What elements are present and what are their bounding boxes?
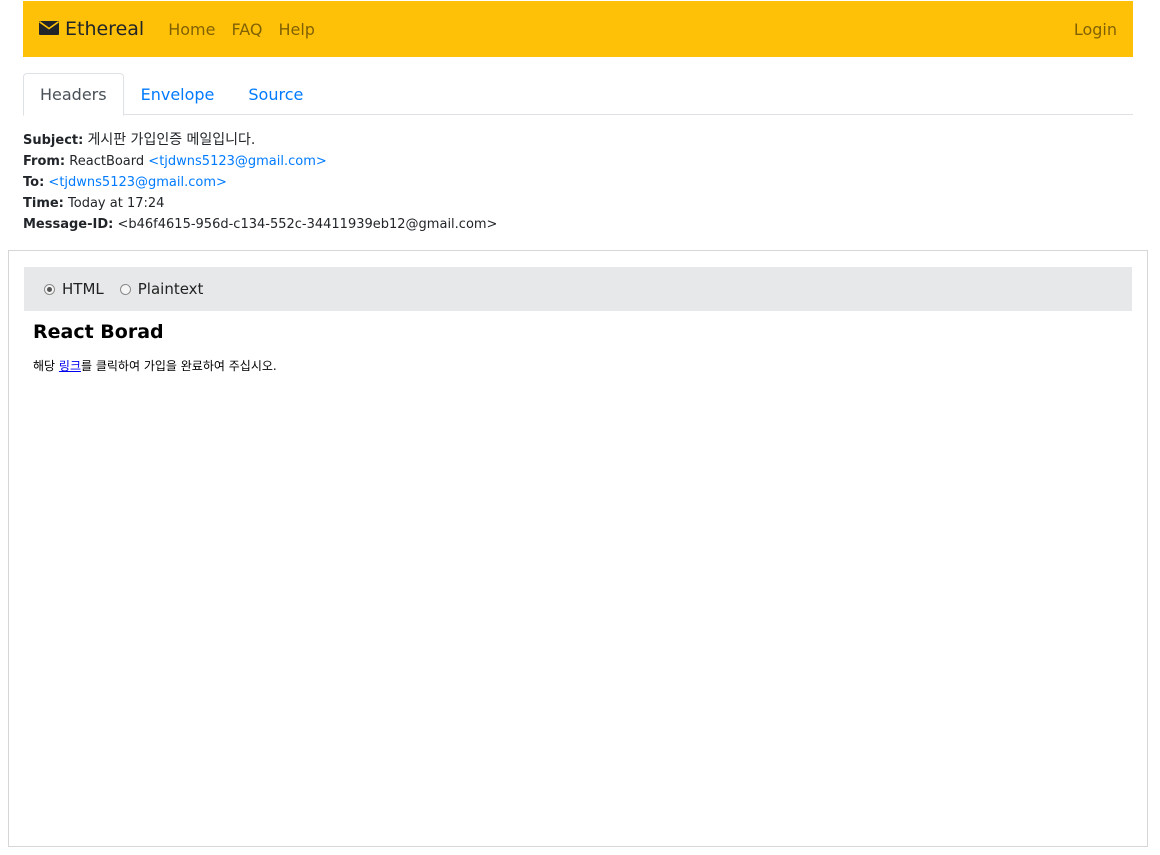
time-value: Today at 17:24: [68, 196, 165, 211]
envelope-icon: [39, 20, 59, 35]
mail-text-before: 해당: [33, 359, 59, 373]
nav-right: Login: [1066, 20, 1117, 39]
html-radio-label: HTML: [62, 280, 104, 298]
nav-help-link[interactable]: Help: [270, 20, 322, 39]
plaintext-radio[interactable]: [119, 283, 131, 295]
message-tabs: Headers Envelope Source: [23, 73, 1133, 116]
mail-body: React Borad 해당 링크를 클릭하여 가입을 완료하여 주십시오.: [33, 321, 1133, 374]
message-headers: Subject: 게시판 가입인증 메일입니다. From: ReactBoar…: [23, 130, 1133, 235]
header-time-row: Time: Today at 17:24: [23, 193, 1133, 214]
brand-name: Ethereal: [65, 18, 145, 40]
html-radio[interactable]: [44, 283, 55, 295]
top-navbar: Ethereal Home FAQ Help Login: [23, 1, 1133, 57]
from-email-link[interactable]: <tjdwns5123@gmail.com>: [148, 154, 326, 169]
header-to-row: To: <tjdwns5123@gmail.com>: [23, 172, 1133, 193]
plaintext-radio-label: Plaintext: [137, 280, 204, 298]
header-from-row: From: ReactBoard <tjdwns5123@gmail.com>: [23, 151, 1133, 172]
tab-headers[interactable]: Headers: [23, 73, 124, 116]
tab-source[interactable]: Source: [231, 73, 320, 115]
format-html-option[interactable]: HTML: [44, 280, 104, 298]
to-label: To:: [23, 175, 45, 190]
subject-value: 게시판 가입인증 메일입니다.: [87, 132, 256, 148]
message-preview-frame: HTML Plaintext React Borad 해당 링크를 클릭하여 가…: [8, 250, 1148, 847]
nav-links: Home FAQ Help: [160, 20, 323, 39]
from-name: ReactBoard: [69, 154, 145, 169]
mail-text: 해당 링크를 클릭하여 가입을 완료하여 주십시오.: [33, 357, 1133, 374]
message-id-value: <b46f4615-956d-c134-552c-34411939eb12@gm…: [117, 217, 498, 232]
nav-home-link[interactable]: Home: [160, 20, 223, 39]
tab-envelope[interactable]: Envelope: [124, 73, 232, 115]
format-selector: HTML Plaintext: [24, 267, 1132, 311]
header-message-id-row: Message-ID: <b46f4615-956d-c134-552c-344…: [23, 214, 1133, 235]
login-link[interactable]: Login: [1066, 20, 1117, 39]
mail-text-after: 를 클릭하여 가입을 완료하여 주십시오.: [81, 359, 277, 373]
message-id-label: Message-ID:: [23, 217, 114, 232]
mail-title: React Borad: [33, 321, 164, 343]
time-label: Time:: [23, 196, 64, 211]
from-label: From:: [23, 154, 66, 169]
to-email-link[interactable]: <tjdwns5123@gmail.com>: [48, 175, 226, 190]
subject-label: Subject:: [23, 133, 84, 148]
header-subject-row: Subject: 게시판 가입인증 메일입니다.: [23, 130, 1133, 151]
nav-faq-link[interactable]: FAQ: [223, 20, 270, 39]
format-plaintext-option[interactable]: Plaintext: [119, 280, 204, 298]
brand-link[interactable]: Ethereal: [39, 18, 144, 40]
verification-link[interactable]: 링크: [59, 359, 81, 373]
